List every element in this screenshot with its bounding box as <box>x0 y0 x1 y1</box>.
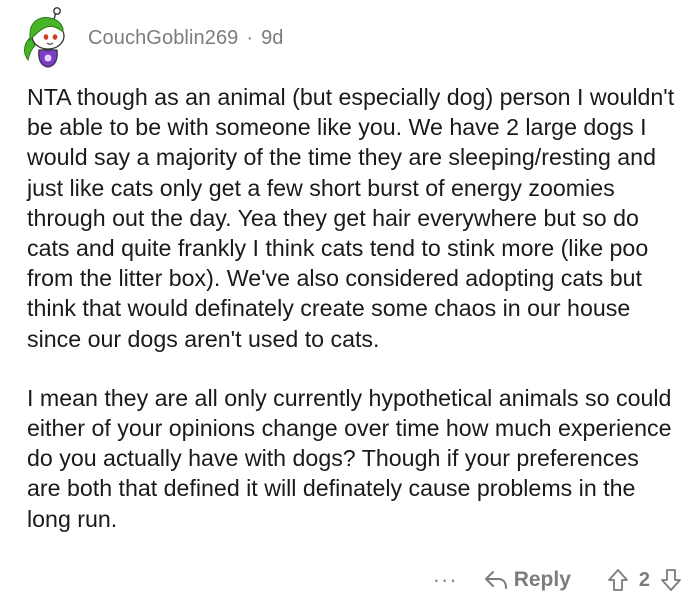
comment-paragraph: I mean they are all only currently hypot… <box>27 384 672 532</box>
reply-label: Reply <box>513 568 571 591</box>
author-username[interactable]: CouchGoblin269 <box>88 27 238 50</box>
vote-score: 2 <box>638 568 650 591</box>
downvote-icon[interactable] <box>660 568 682 592</box>
comment-age: 9d <box>261 26 284 49</box>
comment-header: CouchGoblin269 · 9d <box>16 6 283 70</box>
avatar[interactable] <box>16 6 80 70</box>
reply-button[interactable]: Reply <box>484 568 571 592</box>
snoo-avatar-icon <box>24 7 65 68</box>
comment: CouchGoblin269 · 9d NTA though as an ani… <box>0 0 700 608</box>
meta-separator: · <box>246 26 254 49</box>
comment-paragraph: NTA though as an animal (but especially … <box>27 84 675 352</box>
reply-icon <box>484 571 507 589</box>
upvote-icon[interactable] <box>607 568 629 592</box>
more-options-button[interactable]: ··· <box>433 567 458 593</box>
vote-controls: 2 <box>607 568 682 592</box>
comment-body: NTA though as an animal (but especially … <box>27 82 677 534</box>
comment-actions: ··· Reply 2 <box>433 560 682 600</box>
